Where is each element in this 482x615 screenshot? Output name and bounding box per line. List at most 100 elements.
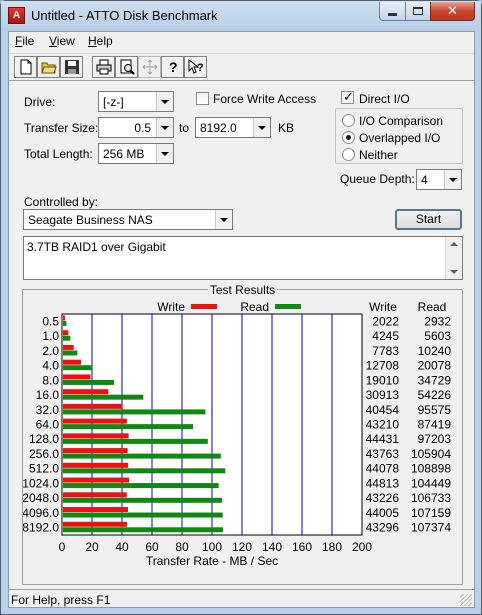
scroll-up-icon[interactable] — [450, 242, 458, 246]
svg-text:?: ? — [169, 59, 178, 75]
transfer-to-value: 8192.0 — [200, 121, 237, 135]
legend-read-swatch — [275, 304, 301, 309]
write-value-label: 44005 — [366, 506, 400, 520]
write-value-label: 43296 — [366, 521, 400, 535]
description-scrollbar[interactable] — [445, 237, 462, 279]
y-tick-label: 8192.0 — [23, 521, 59, 535]
resize-grip-icon[interactable] — [460, 594, 472, 606]
status-text: For Help, press F1 — [11, 593, 111, 607]
scroll-down-icon[interactable] — [450, 270, 458, 274]
save-button[interactable] — [60, 56, 83, 78]
radio-overlapped-io[interactable] — [342, 131, 355, 144]
y-tick-label: 256.0 — [29, 447, 59, 461]
y-tick-label: 2.0 — [42, 344, 59, 358]
total-length-value: 256 MB — [103, 147, 145, 161]
menu-help-label: elp — [96, 34, 113, 48]
write-value-label: 44078 — [366, 462, 400, 476]
y-tick-label: 64.0 — [36, 418, 60, 432]
title-bar[interactable]: A Untitled - ATTO Disk Benchmark ✕ — [1, 1, 481, 31]
help-icon: ? — [169, 59, 178, 75]
read-bar — [63, 321, 67, 326]
drive-value: [-z-] — [103, 95, 124, 109]
chevron-down-icon[interactable] — [253, 118, 270, 137]
menu-help[interactable]: Help — [88, 34, 113, 48]
write-value-label: 2022 — [372, 314, 399, 328]
write-bar — [63, 330, 69, 336]
read-value-label: 97203 — [418, 432, 452, 446]
read-value-label: 54226 — [418, 388, 452, 402]
start-button[interactable]: Start — [395, 209, 462, 230]
print-preview-button[interactable] — [115, 56, 138, 78]
read-column-header: Read — [418, 300, 447, 314]
write-value-label: 44431 — [366, 432, 400, 446]
drive-label: Drive: — [24, 95, 56, 109]
read-bar — [63, 350, 78, 356]
context-help-button[interactable]: ? — [184, 56, 207, 78]
y-tick-label: 4.0 — [42, 359, 59, 373]
write-bar — [63, 374, 91, 380]
force-write-label: Force Write Access — [213, 92, 317, 106]
status-bar: For Help, press F1 — [9, 589, 474, 608]
direct-io-checkbox[interactable]: ✓ — [341, 89, 354, 104]
read-value-label: 104449 — [411, 476, 451, 490]
write-value-label: 12708 — [366, 359, 400, 373]
transfer-size-to-select[interactable]: 8192.0 — [195, 117, 271, 138]
drive-select[interactable]: [-z-] — [98, 91, 174, 112]
maximize-button[interactable] — [405, 2, 431, 21]
app-window: A Untitled - ATTO Disk Benchmark ✕ File … — [0, 0, 482, 615]
open-icon — [41, 62, 57, 74]
x-tick-label: 140 — [262, 540, 282, 554]
close-button[interactable]: ✕ — [430, 2, 475, 21]
chevron-down-icon[interactable] — [444, 170, 461, 189]
chevron-down-icon[interactable] — [156, 118, 173, 137]
queue-depth-label: Queue Depth: — [340, 172, 415, 186]
checkmark-icon: ✓ — [343, 89, 354, 104]
write-value-label: 40454 — [366, 403, 400, 417]
overlapped-io-label: Overlapped I/O — [359, 131, 441, 145]
help-button[interactable]: ? — [161, 56, 184, 78]
menu-view-accel: V — [49, 34, 57, 48]
new-button[interactable] — [14, 56, 37, 78]
force-write-checkbox[interactable] — [196, 92, 209, 105]
x-tick-label: 20 — [85, 540, 99, 554]
write-bar — [63, 477, 130, 483]
write-bar — [63, 507, 129, 513]
radio-io-comparison[interactable] — [342, 114, 355, 127]
menu-help-accel: H — [88, 34, 97, 48]
write-value-label: 43226 — [366, 491, 400, 505]
transfer-size-from-select[interactable]: 0.5 — [98, 117, 174, 138]
move-button[interactable] — [138, 56, 161, 78]
x-tick-label: 0 — [59, 540, 66, 554]
write-bar — [63, 418, 127, 424]
total-length-select[interactable]: 256 MB — [98, 143, 174, 164]
write-bar — [63, 315, 66, 321]
maximize-icon — [413, 7, 423, 15]
write-value-label: 19010 — [366, 373, 400, 387]
x-tick-label: 40 — [115, 540, 129, 554]
queue-depth-select[interactable]: 4 — [416, 169, 462, 190]
read-value-label: 10240 — [418, 344, 452, 358]
menu-file[interactable]: File — [15, 34, 34, 48]
open-button[interactable] — [37, 56, 60, 78]
description-textarea[interactable]: 3.7TB RAID1 over Gigabit — [23, 236, 463, 280]
minimize-button[interactable] — [379, 2, 406, 21]
print-icon — [96, 59, 112, 75]
controller-select[interactable]: Seagate Business NAS — [23, 209, 233, 230]
radio-neither[interactable] — [342, 148, 355, 161]
read-value-label: 106733 — [411, 491, 451, 505]
chevron-down-icon[interactable] — [156, 144, 173, 163]
transfer-unit-label: KB — [278, 121, 295, 135]
read-bar — [63, 512, 223, 518]
x-tick-label: 180 — [322, 540, 342, 554]
menu-view-label: iew — [56, 34, 75, 48]
y-tick-label: 512.0 — [29, 462, 59, 476]
write-value-label: 43763 — [366, 447, 400, 461]
print-button[interactable] — [92, 56, 115, 78]
read-value-label: 2932 — [424, 314, 451, 328]
menu-view[interactable]: View — [49, 34, 75, 48]
read-bar — [63, 379, 115, 385]
write-bar — [63, 344, 74, 350]
read-bar — [63, 483, 219, 489]
chevron-down-icon[interactable] — [156, 92, 173, 111]
chevron-down-icon[interactable] — [215, 210, 232, 229]
